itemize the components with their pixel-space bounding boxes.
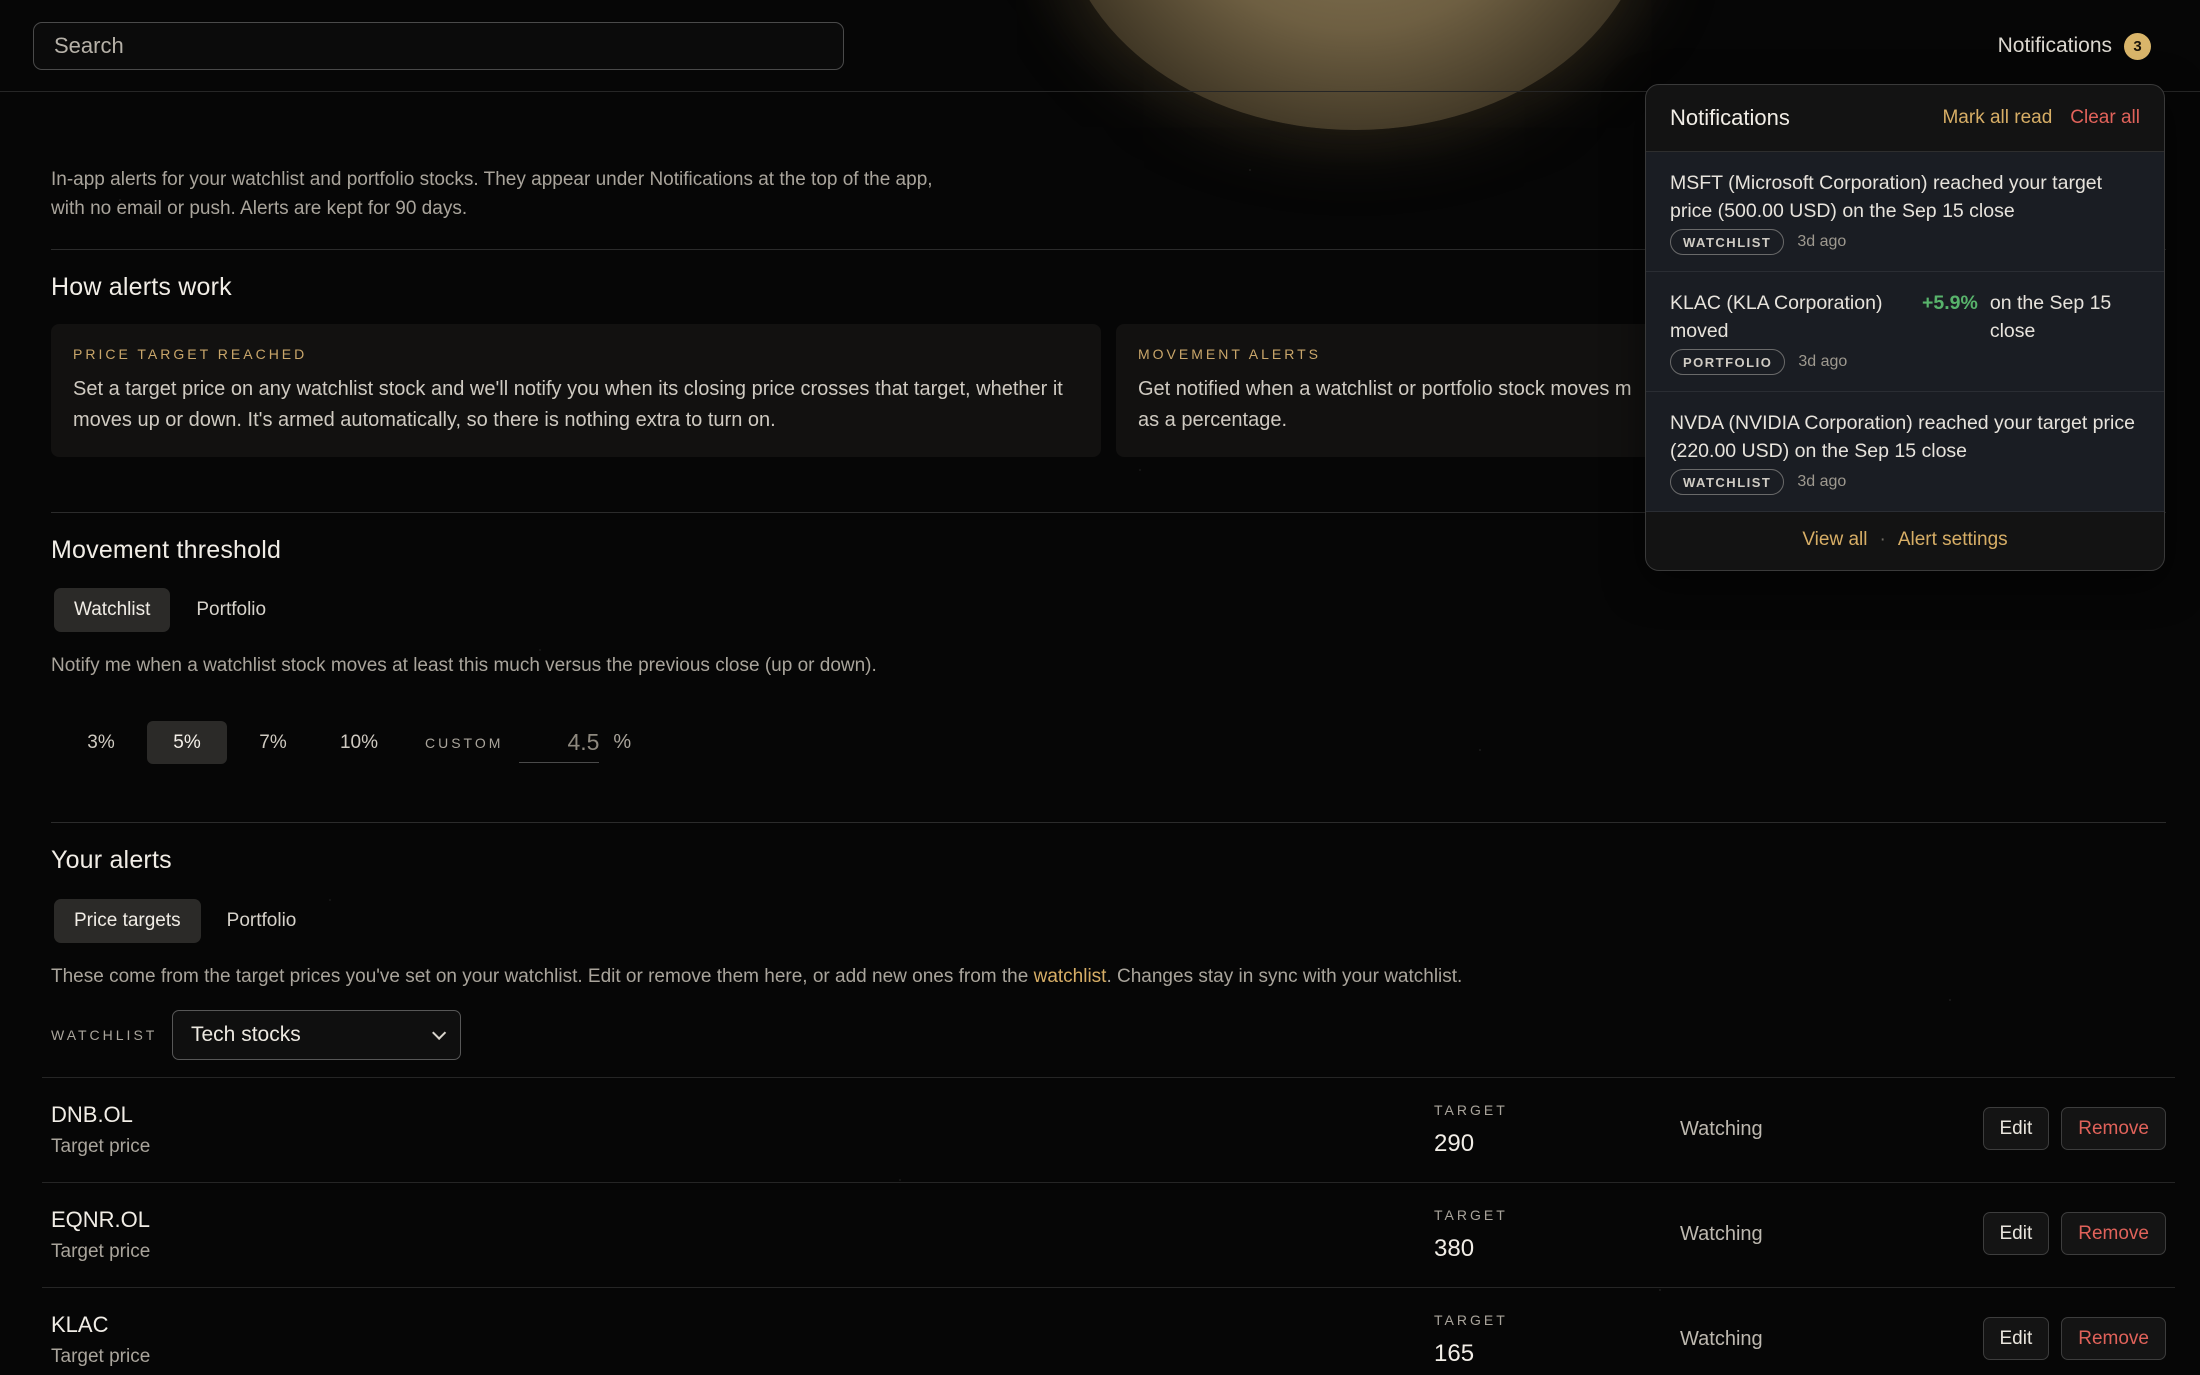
alert-status: Watching [1680, 1118, 1763, 1140]
notification-text: MSFT (Microsoft Corporation) reached you… [1670, 172, 2103, 222]
notification-tag: WATCHLIST [1670, 469, 1785, 495]
remove-button[interactable]: Remove [2061, 1317, 2166, 1360]
clear-all-button[interactable]: Clear all [2070, 107, 2140, 129]
notification-time: 3d ago [1797, 233, 1847, 250]
edit-button[interactable]: Edit [1982, 1212, 2050, 1255]
alert-symbol: KLAC [51, 1312, 109, 1337]
alerts-note: These come from the target prices you've… [51, 966, 1462, 988]
table-row: EQNR.OL Target price TARGET 380 Watching… [42, 1182, 2175, 1287]
target-label: TARGET [1434, 1102, 1508, 1118]
target-value: 290 [1434, 1130, 1475, 1157]
notifications-button[interactable]: Notifications 3 [1998, 30, 2151, 62]
notifications-panel-title: Notifications [1670, 105, 1790, 130]
movement-alerts-card: MOVEMENT ALERTS Get notified when a watc… [1116, 324, 1676, 457]
threshold-options: 3% 5% 7% 10% CUSTOM % [61, 721, 631, 764]
target-label: TARGET [1434, 1312, 1508, 1328]
movement-threshold-heading: Movement threshold [51, 536, 282, 564]
remove-button[interactable]: Remove [2061, 1107, 2166, 1150]
mark-all-read-button[interactable]: Mark all read [1942, 107, 2052, 129]
edit-button[interactable]: Edit [1982, 1317, 2050, 1360]
view-all-link[interactable]: View all [1802, 529, 1867, 551]
notification-tag: PORTFOLIO [1670, 349, 1786, 375]
notification-time: 3d ago [1798, 353, 1848, 370]
threshold-option-7[interactable]: 7% [233, 721, 313, 764]
notification-change: +5.9% [1922, 292, 1978, 314]
alert-type: Target price [51, 1241, 151, 1262]
alerts-tabs: Price targets Portfolio [54, 899, 316, 943]
notifications-label: Notifications [1997, 34, 2112, 57]
notification-item[interactable]: NVDA (NVIDIA Corporation) reached your t… [1646, 392, 2164, 512]
top-bar: Notifications 3 [0, 0, 2200, 92]
footer-separator: · [1879, 528, 1886, 550]
target-label: TARGET [1434, 1207, 1508, 1223]
threshold-option-10[interactable]: 10% [319, 721, 399, 764]
notification-meta: WATCHLIST 3d ago [1670, 469, 2140, 495]
tab-portfolio[interactable]: Portfolio [176, 588, 286, 632]
tab-price-targets[interactable]: Price targets [54, 899, 201, 943]
notifications-panel: Notifications Mark all read Clear all MS… [1645, 84, 2165, 571]
notification-meta: PORTFOLIO 3d ago [1670, 349, 2140, 375]
how-alerts-work-heading: How alerts work [51, 273, 232, 301]
row-actions: Edit Remove [1982, 1317, 2166, 1360]
tab-watchlist[interactable]: Watchlist [54, 588, 171, 632]
notification-text: NVDA (NVIDIA Corporation) reached your t… [1670, 412, 2135, 462]
watchlist-select-label: WATCHLIST [51, 1027, 158, 1043]
custom-threshold-input[interactable] [519, 722, 600, 763]
edit-button[interactable]: Edit [1982, 1107, 2050, 1150]
alert-symbol: DNB.OL [51, 1102, 133, 1127]
threshold-option-5[interactable]: 5% [147, 721, 227, 764]
row-actions: Edit Remove [1982, 1107, 2166, 1150]
section-divider [51, 822, 2166, 823]
search-input[interactable] [33, 22, 844, 70]
your-alerts-heading: Your alerts [51, 846, 172, 874]
price-target-card: PRICE TARGET REACHED Set a target price … [51, 324, 1101, 457]
alert-status: Watching [1680, 1223, 1763, 1245]
alert-type: Target price [51, 1346, 151, 1367]
custom-threshold-unit: % [613, 731, 632, 753]
notification-text: KLAC (KLA Corporation) moved +5.9% on th… [1670, 289, 2140, 345]
threshold-option-3[interactable]: 3% [61, 721, 141, 764]
alert-status: Watching [1680, 1328, 1763, 1350]
card-body: Set a target price on any watchlist stoc… [73, 378, 1063, 431]
chevron-down-icon [432, 1025, 447, 1040]
target-value: 380 [1434, 1235, 1475, 1262]
alert-settings-link[interactable]: Alert settings [1898, 529, 2008, 551]
threshold-note: Notify me when a watchlist stock moves a… [51, 655, 877, 676]
row-actions: Edit Remove [1982, 1212, 2166, 1255]
notification-tag: WATCHLIST [1670, 229, 1785, 255]
notifications-panel-actions: Mark all read Clear all [1942, 107, 2140, 129]
target-value: 165 [1434, 1340, 1475, 1367]
watchlist-select-value: Tech stocks [191, 1023, 301, 1046]
notifications-count-badge: 3 [2124, 32, 2151, 60]
card-eyebrow: MOVEMENT ALERTS [1138, 346, 1321, 362]
notification-item[interactable]: KLAC (KLA Corporation) moved +5.9% on th… [1646, 272, 2164, 392]
notification-text-part: KLAC (KLA Corporation) moved [1670, 292, 1883, 342]
watchlist-select[interactable]: Tech stocks [172, 1010, 461, 1060]
notification-text-part: on the Sep 15 close [1989, 292, 2112, 342]
card-eyebrow: PRICE TARGET REACHED [73, 346, 308, 362]
remove-button[interactable]: Remove [2061, 1212, 2166, 1255]
threshold-tabs: Watchlist Portfolio [54, 588, 286, 632]
notification-time: 3d ago [1797, 473, 1847, 490]
notification-meta: WATCHLIST 3d ago [1670, 229, 2140, 255]
alerts-note-text-end: . Changes stay in sync with your watchli… [1106, 966, 1463, 987]
card-body: Get notified when a watchlist or portfol… [1138, 378, 1632, 431]
watchlist-link[interactable]: watchlist [1034, 966, 1107, 987]
intro-text: In-app alerts for your watchlist and por… [51, 169, 933, 219]
notification-item[interactable]: MSFT (Microsoft Corporation) reached you… [1646, 152, 2164, 272]
alerts-note-text: These come from the target prices you've… [51, 966, 1034, 987]
tab-portfolio-alerts[interactable]: Portfolio [207, 899, 317, 943]
alert-symbol: EQNR.OL [51, 1207, 151, 1232]
alerts-table: DNB.OL Target price TARGET 290 Watching … [42, 1077, 2175, 1375]
table-row: KLAC Target price TARGET 165 Watching Ed… [42, 1287, 2175, 1375]
notifications-panel-header: Notifications Mark all read Clear all [1646, 85, 2164, 152]
notifications-panel-footer: View all · Alert settings [1646, 512, 2164, 567]
alert-type: Target price [51, 1136, 151, 1157]
table-row: DNB.OL Target price TARGET 290 Watching … [42, 1077, 2175, 1182]
custom-threshold-label: CUSTOM [425, 734, 504, 751]
